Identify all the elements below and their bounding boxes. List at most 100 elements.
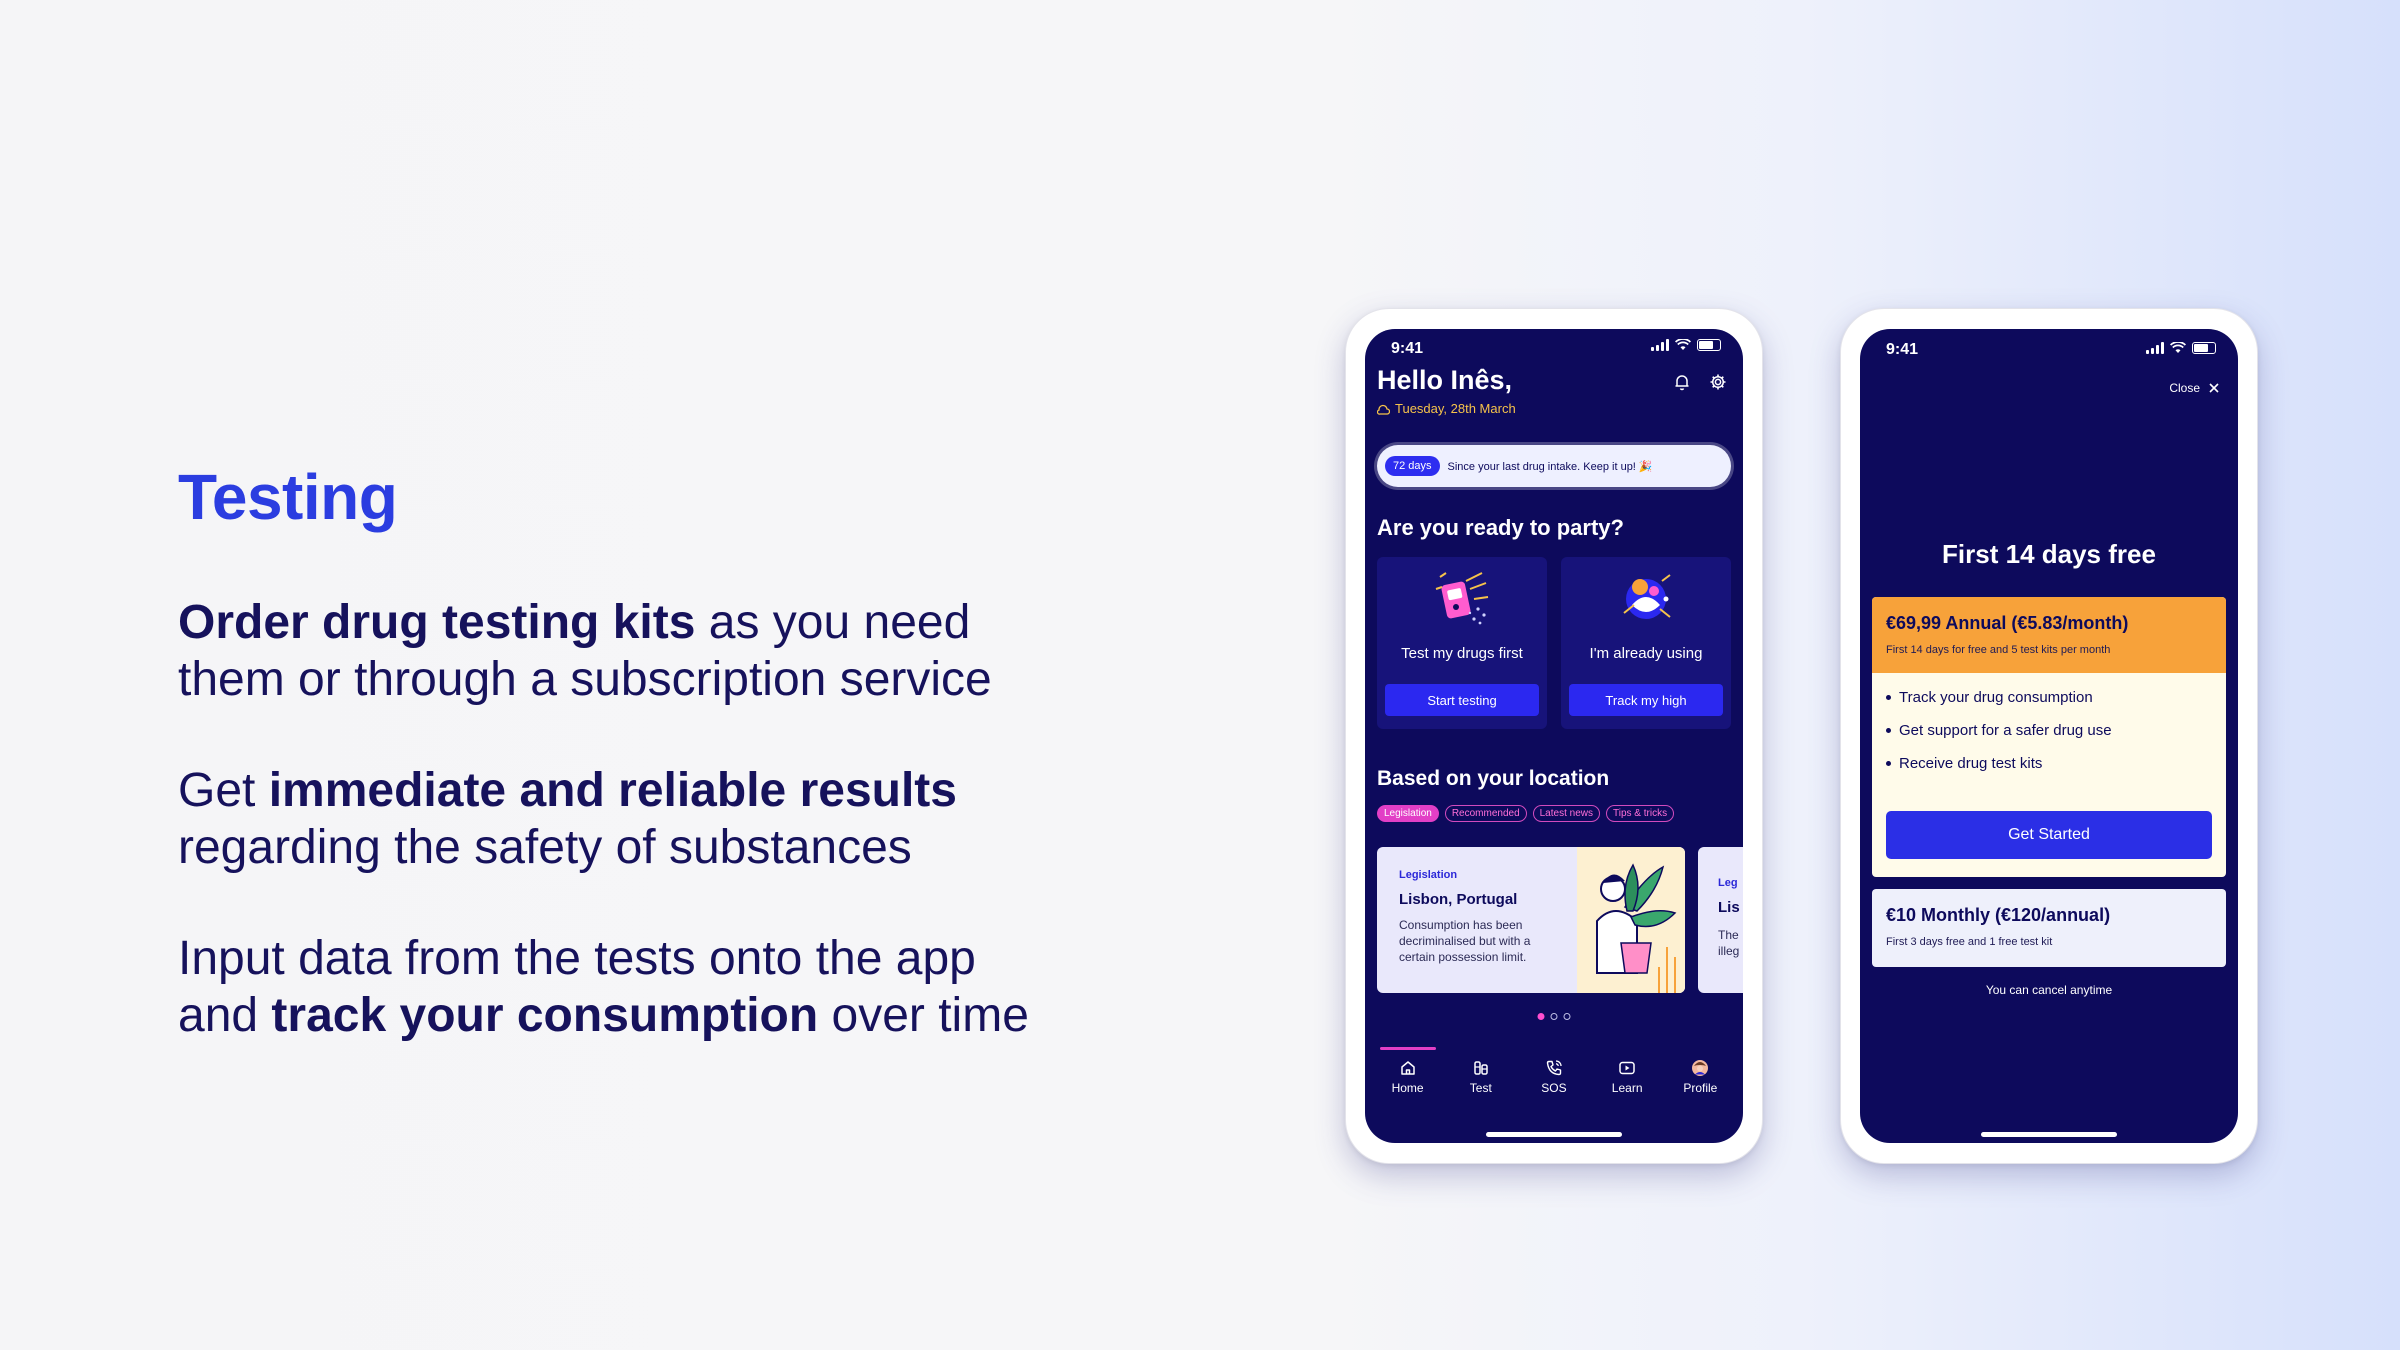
test-icon [1474, 1061, 1488, 1075]
carousel-dot[interactable] [1563, 1013, 1571, 1020]
greeting: Hello Inês, [1377, 365, 1513, 395]
chip-latest-news[interactable]: Latest news [1532, 805, 1600, 822]
feature-paragraph-2: Get immediate and reliable results regar… [178, 762, 1078, 876]
signal-icon [1651, 339, 1669, 351]
carousel-dots [1537, 1013, 1571, 1020]
signal-icon [2146, 342, 2164, 354]
category-chips: Legislation Recommended Latest news Tips… [1377, 805, 1675, 822]
subscription-screen: 9:41 Close First 14 days free €69,99 Ann… [1860, 329, 2238, 1143]
chip-tips-tricks[interactable]: Tips & tricks [1606, 805, 1675, 822]
monthly-plan-card[interactable]: €10 Monthly (€120/annual) First 3 days f… [1872, 889, 2226, 967]
tab-sos-label: SOS [1541, 1081, 1567, 1095]
plant-illustration [1577, 847, 1685, 993]
track-my-high-button[interactable]: Track my high [1569, 684, 1723, 716]
news-title: Lisbon, Portugal [1399, 891, 1518, 908]
tab-learn[interactable]: Learn [1597, 1047, 1657, 1109]
status-time: 9:41 [1886, 341, 1919, 358]
feature-paragraph-3: Input data from the tests onto the app a… [178, 930, 1078, 1044]
test-drugs-card[interactable]: Test my drugs first Start testing [1377, 557, 1547, 729]
news-next-desc: The illeg [1718, 928, 1740, 958]
news-description: Consumption has been decriminalised but … [1399, 918, 1531, 964]
monthly-plan-subtitle: First 3 days free and 1 free test kit [1886, 936, 2053, 948]
status-icons [2146, 342, 2216, 354]
feature-1-text-b: them or through a subscription service [178, 653, 992, 706]
battery-icon [2192, 342, 2216, 354]
news-tag: Legislation [1399, 869, 1458, 881]
feature-3-highlight: track your consumption [271, 989, 819, 1042]
benefit-item: Track your drug consumption [1886, 689, 2212, 706]
tab-test[interactable]: Test [1451, 1047, 1511, 1109]
feature-1-text-a: as you need [695, 596, 971, 649]
avatar-icon [1692, 1060, 1709, 1076]
offer-title: First 14 days free [1942, 539, 2156, 569]
feature-copy: Testing Order drug testing kits as you n… [178, 460, 1078, 1098]
news-card[interactable]: Legislation Lisbon, Portugal Consumption… [1377, 847, 1685, 993]
tab-profile[interactable]: Profile [1670, 1047, 1730, 1109]
feature-1-highlight: Order drug testing kits [178, 596, 696, 649]
monthly-plan-price: €10 Monthly (€120/annual) [1886, 905, 2111, 925]
home-icon [1400, 1061, 1415, 1075]
date-text: Tuesday, 28th March [1395, 401, 1516, 416]
date-row: Tuesday, 28th March [1377, 401, 1516, 416]
status-time: 9:41 [1391, 340, 1424, 357]
close-button[interactable]: Close [2169, 381, 2220, 395]
play-icon [1619, 1061, 1635, 1075]
annual-plan-subtitle: First 14 days for free and 5 test kits p… [1886, 644, 2111, 656]
feature-3-text-b: and [178, 989, 272, 1042]
test-kit-illustration [1435, 572, 1489, 625]
home-indicator [1486, 1132, 1622, 1137]
chip-recommended[interactable]: Recommended [1444, 805, 1527, 822]
annual-plan-card[interactable]: €69,99 Annual (€5.83/month) First 14 day… [1872, 597, 2226, 877]
wifi-icon [1675, 339, 1691, 350]
header-actions [1673, 373, 1727, 391]
party-heading: Are you ready to party? [1377, 515, 1624, 540]
close-icon [2209, 383, 2219, 393]
streak-banner[interactable]: 72 days Since your last drug intake. Kee… [1377, 445, 1731, 487]
tab-sos[interactable]: SOS [1524, 1047, 1584, 1109]
feature-3-text-c: over time [818, 989, 1029, 1042]
cancel-note: You can cancel anytime [1985, 983, 2113, 997]
news-next-tag: Leg [1718, 877, 1738, 889]
location-heading: Based on your location [1377, 767, 1610, 790]
news-next-title: Lis [1718, 899, 1740, 916]
streak-badge: 72 days [1385, 456, 1440, 476]
annual-plan-price: €69,99 Annual (€5.83/month) [1886, 613, 2129, 633]
close-label: Close [2169, 381, 2200, 395]
tab-home-label: Home [1391, 1081, 1424, 1095]
bell-icon[interactable] [1673, 373, 1691, 391]
home-screen: 9:41 Hello Inês, Tuesday, 28th March 72 … [1365, 329, 1743, 1143]
sun-icon [1377, 404, 1390, 415]
chip-legislation[interactable]: Legislation [1377, 805, 1439, 822]
get-started-button[interactable]: Get Started [1886, 811, 2212, 859]
battery-icon [1697, 339, 1721, 351]
benefit-item: Get support for a safer drug use [1886, 722, 2212, 739]
tab-bar: Home Test SOS Learn Profile [1365, 1047, 1743, 1109]
start-testing-button[interactable]: Start testing [1385, 684, 1539, 716]
tab-learn-label: Learn [1611, 1081, 1643, 1095]
home-indicator [1981, 1132, 2117, 1137]
benefits-list: Track your drug consumption Get support … [1872, 673, 2226, 772]
person-illustration [1623, 574, 1671, 619]
already-using-title: I'm already using [1589, 645, 1703, 662]
test-drugs-title: Test my drugs first [1401, 645, 1523, 662]
phone-icon [1546, 1060, 1562, 1076]
phone-mockup-subscription: 9:41 Close First 14 days free €69,99 Ann… [1840, 308, 2258, 1164]
feature-paragraph-1: Order drug testing kits as you need them… [178, 594, 1078, 708]
carousel-dot[interactable] [1550, 1013, 1558, 1020]
already-using-card[interactable]: I'm already using Track my high [1561, 557, 1731, 729]
annual-plan-header: €69,99 Annual (€5.83/month) First 14 day… [1872, 597, 2226, 673]
streak-text: Since your last drug intake. Keep it up!… [1447, 460, 1653, 473]
carousel-dot[interactable] [1537, 1013, 1545, 1020]
benefit-item: Receive drug test kits [1886, 755, 2212, 772]
section-title: Testing [178, 461, 398, 533]
tab-profile-label: Profile [1683, 1081, 1718, 1095]
phone-mockup-home: 9:41 Hello Inês, Tuesday, 28th March 72 … [1345, 308, 1763, 1164]
tab-home[interactable]: Home [1378, 1047, 1438, 1109]
wifi-icon [2170, 342, 2186, 353]
news-card-next[interactable]: Leg Lis The illeg [1698, 847, 1743, 993]
feature-2-text: regarding the safety of substances [178, 821, 912, 874]
feature-3-text-a: Input data from the tests onto the app [178, 932, 976, 985]
tab-test-label: Test [1469, 1081, 1492, 1095]
feature-2-lead: Get [178, 764, 269, 817]
gear-icon[interactable] [1709, 373, 1727, 391]
